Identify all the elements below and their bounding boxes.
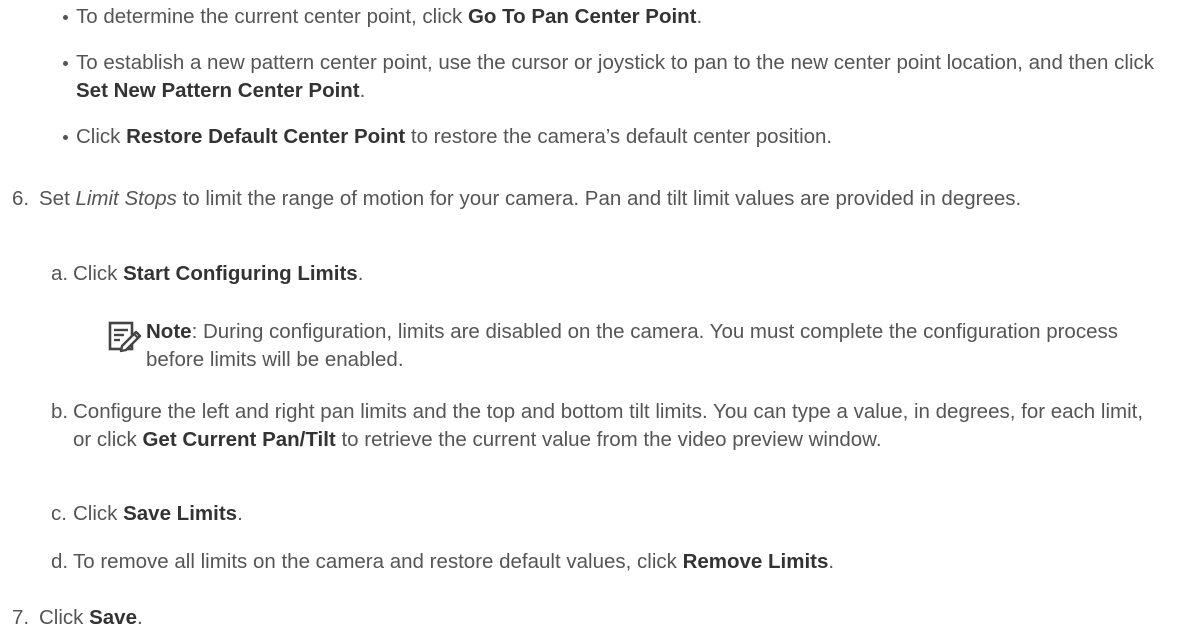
substep-c: c. Click Save Limits. bbox=[51, 500, 1163, 528]
note-pencil-icon bbox=[108, 321, 142, 353]
step-number: 7. bbox=[12, 606, 30, 629]
substep-letter: d. bbox=[51, 550, 69, 573]
ui-label-go-to-pan-center-point: Go To Pan Center Point bbox=[467, 5, 697, 28]
ui-label-start-configuring-limits: Start Configuring Limits bbox=[123, 262, 358, 285]
ui-label-set-new-pattern-center-point: Set New Pattern Center Point bbox=[76, 79, 360, 102]
step-6: 6. Set Limit Stops to limit the range of… bbox=[12, 185, 1159, 213]
ui-label-remove-limits: Remove Limits bbox=[682, 550, 829, 573]
step-text: Set Limit Stops to limit the range of mo… bbox=[39, 187, 1022, 210]
ui-label-save-limits: Save Limits bbox=[123, 502, 238, 525]
bullet-text: Click Restore Default Center Point to re… bbox=[76, 125, 833, 148]
bullet-text: To establish a new pattern center point,… bbox=[76, 51, 1155, 102]
bullet-dot bbox=[63, 61, 68, 66]
substep-text: Configure the left and right pan limits … bbox=[73, 400, 1144, 451]
step-number: 6. bbox=[12, 187, 30, 210]
bullet-dot bbox=[63, 135, 68, 140]
substep-a: a. Click Start Configuring Limits. bbox=[51, 260, 1163, 288]
bullet-dot bbox=[63, 15, 68, 20]
bullet-text: To determine the current center point, c… bbox=[76, 5, 703, 28]
field-limit-stops: Limit Stops bbox=[75, 187, 177, 210]
substep-text: Click Save Limits. bbox=[73, 502, 243, 525]
ui-label-restore-default-center-point: Restore Default Center Point bbox=[126, 125, 406, 148]
substep-letter: b. bbox=[51, 400, 69, 423]
note-label: Note bbox=[146, 320, 192, 343]
note-text: Note: During configuration, limits are d… bbox=[146, 320, 1118, 371]
substep-d: d. To remove all limits on the camera an… bbox=[51, 548, 1163, 576]
substep-letter: c. bbox=[51, 502, 67, 525]
ui-label-save: Save bbox=[89, 606, 137, 629]
substep-text: To remove all limits on the camera and r… bbox=[73, 550, 835, 573]
ui-label-get-current-pan-tilt: Get Current Pan/Tilt bbox=[142, 428, 336, 451]
bullet-go-to-pan-center: To determine the current center point, c… bbox=[63, 3, 1156, 31]
substep-text: Click Start Configuring Limits. bbox=[73, 262, 364, 285]
bullet-restore-default: Click Restore Default Center Point to re… bbox=[63, 123, 1156, 151]
step-text: Click Save. bbox=[39, 606, 143, 629]
bullet-set-new-center: To establish a new pattern center point,… bbox=[63, 49, 1156, 105]
substep-letter: a. bbox=[51, 262, 69, 285]
substep-b: b. Configure the left and right pan limi… bbox=[51, 398, 1163, 454]
step-7: 7. Click Save. bbox=[12, 604, 1159, 632]
